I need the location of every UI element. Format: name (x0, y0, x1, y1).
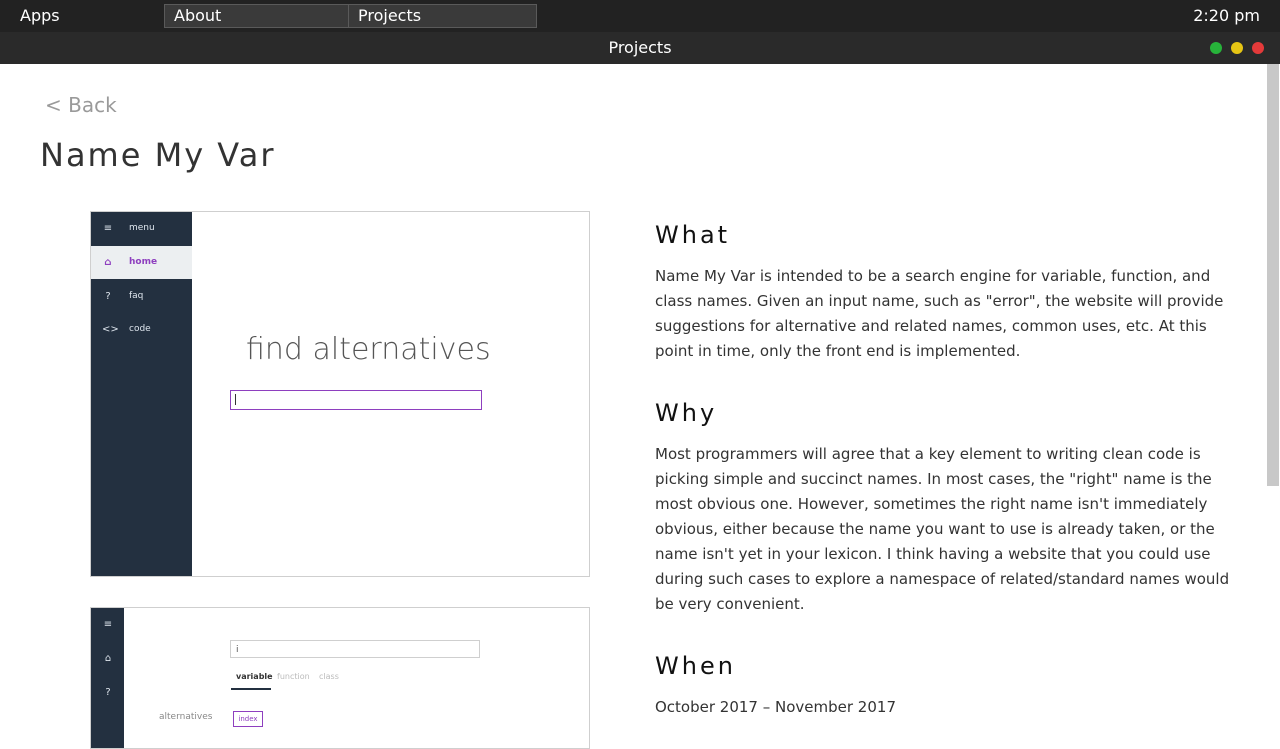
project-screenshot-2: ≡ ⌂ ? i variable function class alternat… (90, 607, 590, 749)
mini-search-input (230, 390, 482, 410)
tab-projects[interactable]: Projects (348, 4, 537, 28)
help-icon: ? (105, 291, 111, 302)
mini-sidebar-label: code (129, 324, 151, 334)
mini-sidebar-label: home (129, 257, 158, 267)
section-title-why: Why (655, 399, 718, 427)
mini-alternative-chip: index (233, 711, 263, 727)
mini-sidebar-item-code: <> code (91, 313, 192, 346)
mini-sidebar-item-faq: ? faq (91, 280, 192, 313)
mini-sidebar: ≡ menu ⌂ home ? faq <> code (91, 212, 192, 576)
section-title-what: What (655, 221, 731, 249)
code-icon: <> (102, 324, 119, 335)
help-icon: ? (105, 687, 111, 698)
mini-tab-underline (231, 688, 271, 690)
mini-sidebar-item-home: ⌂ home (91, 246, 192, 279)
back-link[interactable]: < Back (45, 93, 117, 117)
mini-sidebar-item-menu: ≡ menu (91, 212, 192, 245)
home-icon: ⌂ (104, 653, 112, 664)
tab-about[interactable]: About (164, 4, 353, 28)
section-title-when: When (655, 652, 736, 680)
section-body-when: October 2017 – November 2017 (655, 698, 896, 716)
text-caret (235, 394, 236, 405)
window-titlebar: Projects (0, 32, 1280, 64)
apps-menu[interactable]: Apps (20, 5, 60, 27)
section-body-why: Most programmers will agree that a key e… (655, 445, 1230, 613)
mini-sidebar-item-faq: ? (91, 676, 124, 709)
clock: 2:20 pm (1193, 6, 1260, 25)
mini-alternatives-label: alternatives (159, 712, 213, 722)
menu-icon: ≡ (103, 223, 113, 234)
minimize-button[interactable] (1231, 42, 1243, 54)
mini-sidebar-item-menu: ≡ (91, 608, 124, 641)
section-body-what: Name My Var is intended to be a search e… (655, 267, 1224, 360)
mini-tab-function: function (277, 672, 310, 681)
mini-search-input: i (230, 640, 480, 658)
mini-tab-variable: variable (236, 672, 273, 681)
scrollbar[interactable] (1266, 64, 1280, 720)
menu-icon: ≡ (103, 619, 113, 630)
mini-sidebar-item-home: ⌂ (91, 642, 124, 675)
mini-tab-class: class (319, 672, 339, 681)
mini-sidebar-collapsed: ≡ ⌂ ? (91, 608, 124, 748)
project-screenshot-1: ≡ menu ⌂ home ? faq <> code find alterna… (90, 211, 590, 577)
page-title: Name My Var (40, 136, 276, 174)
window-title: Projects (608, 38, 672, 57)
mini-sidebar-label: menu (129, 223, 155, 233)
scrollbar-thumb[interactable] (1267, 64, 1279, 486)
mini-sidebar-label: faq (129, 291, 144, 301)
top-bar: Apps About Projects 2:20 pm (0, 0, 1280, 32)
home-icon: ⌂ (104, 257, 112, 268)
mini-heading: find alternatives (246, 332, 491, 367)
maximize-button[interactable] (1210, 42, 1222, 54)
close-button[interactable] (1252, 42, 1264, 54)
